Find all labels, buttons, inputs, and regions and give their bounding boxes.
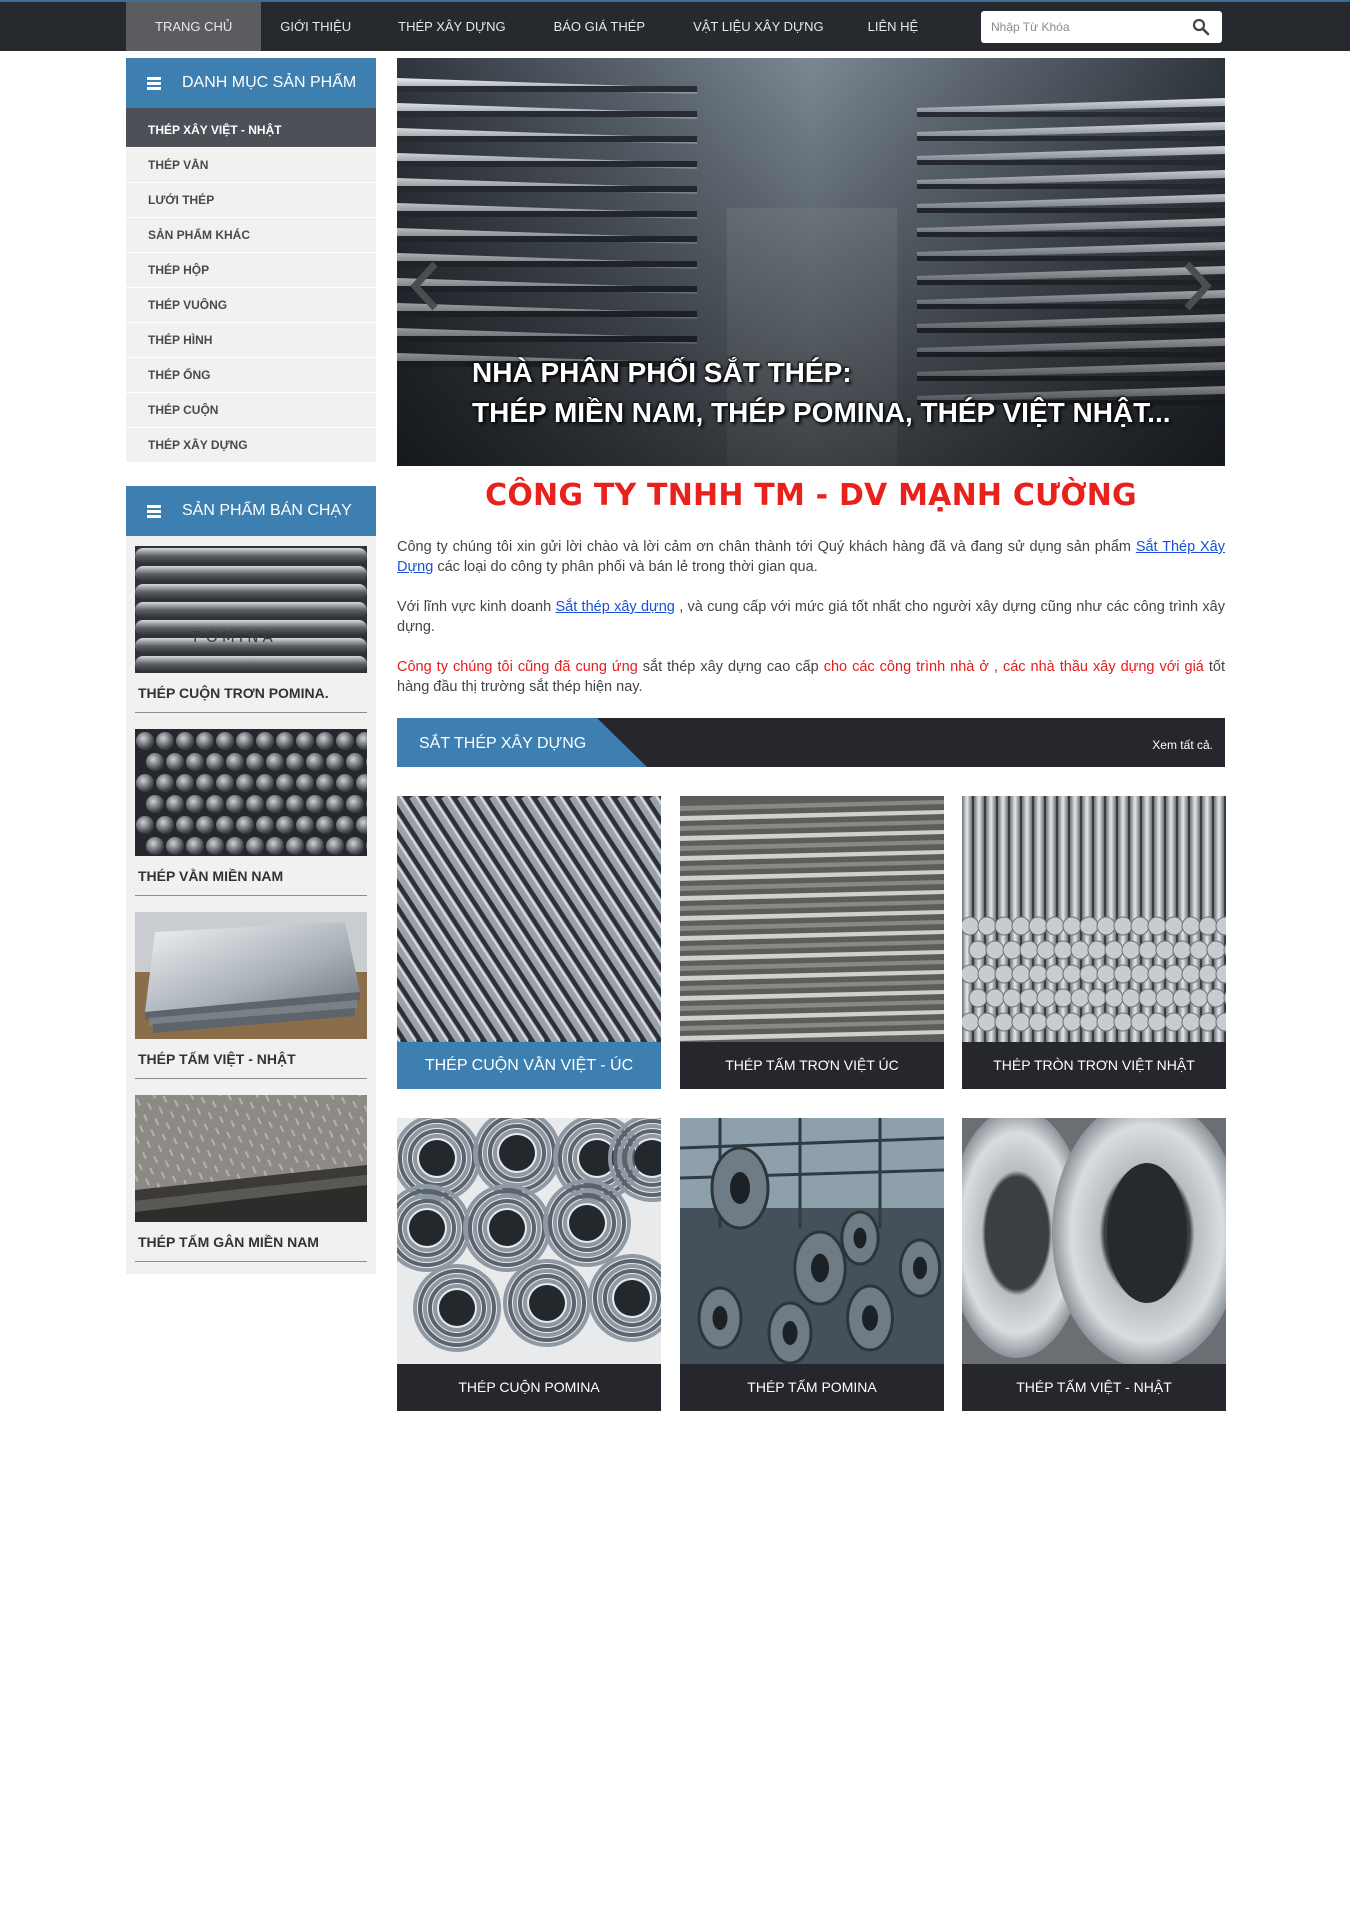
nav-item-home[interactable]: TRANG CHỦ <box>126 2 262 51</box>
categories-title: DANH MỤC SẢN PHẨM <box>182 74 357 91</box>
intro-paragraph: Công ty chúng tôi cũng đã cung ứng sắt t… <box>397 659 1226 695</box>
product-label[interactable]: THÉP TRÒN TRƠN VIỆT NHẬT <box>962 1042 1226 1089</box>
large-coils-image <box>962 1118 1226 1364</box>
bestseller-name[interactable]: THÉP TẤM GÂN MIỀN NAM <box>135 1222 367 1262</box>
category-item[interactable]: THÉP XÂY VIỆT - NHẬT <box>126 108 376 148</box>
category-item[interactable]: LƯỚI THÉP <box>126 183 376 218</box>
intro-paragraph: Với lĩnh vực kinh doanh Sắt thép xây dựn… <box>397 599 1225 635</box>
category-item[interactable]: SẢN PHẨM KHÁC <box>126 218 376 253</box>
category-item[interactable]: THÉP HỘP <box>126 253 376 288</box>
bestsellers-title: SẢN PHẨM BÁN CHẠY <box>182 502 352 519</box>
checker-plate-image[interactable] <box>135 1095 367 1222</box>
bestseller-item[interactable]: THÉP TẤM VIỆT - NHẬT <box>135 912 367 1079</box>
category-item[interactable]: THÉP HÌNH <box>126 323 376 358</box>
nav-item-building-materials[interactable]: VẬT LIỆU XÂY DỰNG <box>669 2 848 51</box>
slide-caption-line2: THÉP MIỀN NAM, THÉP POMINA, THÉP VIỆT NH… <box>472 397 1171 428</box>
nav-item-about[interactable]: GIỚI THIỆU <box>261 2 374 51</box>
section-header: SẮT THÉP XÂY DỰNG Xem tất cả. <box>397 718 1225 767</box>
menu-icon <box>147 505 161 518</box>
chevron-left-icon[interactable] <box>405 256 445 316</box>
slide-caption: NHÀ PHÂN PHỐI SẮT THÉP: THÉP MIỀN NAM, T… <box>472 353 1171 433</box>
category-list: THÉP XÂY VIỆT - NHẬT THÉP VẰN LƯỚI THÉP … <box>126 108 376 463</box>
intro-paragraph: Công ty chúng tôi xin gửi lời chào và lờ… <box>397 539 1225 575</box>
bestseller-item[interactable]: THÉP TẤM GÂN MIỀN NAM <box>135 1095 367 1262</box>
bestseller-item[interactable]: POMINA THÉP CUỘN TRƠN POMINA. <box>135 546 367 713</box>
category-item[interactable]: THÉP XÂY DỰNG <box>126 428 376 463</box>
category-item[interactable]: THÉP ỐNG <box>126 358 376 393</box>
category-item[interactable]: THÉP VUÔNG <box>126 288 376 323</box>
product-card[interactable]: THÉP TẤM VIỆT - NHẬT <box>962 1118 1226 1411</box>
steel-coils-warehouse-image <box>680 1118 944 1364</box>
bestseller-name[interactable]: THÉP CUỘN TRƠN POMINA. <box>135 673 367 713</box>
product-label[interactable]: THÉP TẤM POMINA <box>680 1364 944 1411</box>
product-label[interactable]: THÉP CUỘN POMINA <box>397 1364 661 1411</box>
round-bars-image <box>962 796 1226 1042</box>
product-label[interactable]: THÉP TẤM TRƠN VIỆT ÚC <box>680 1042 944 1089</box>
search-icon[interactable] <box>1192 18 1210 36</box>
nav-item-price-quote[interactable]: BÁO GIÁ THÉP <box>530 2 670 51</box>
slide-caption-line1: NHÀ PHÂN PHỐI SẮT THÉP: <box>472 357 852 388</box>
section-title: SẮT THÉP XÂY DỰNG <box>419 735 587 752</box>
steel-link[interactable]: Sắt thép xây dựng <box>555 599 674 615</box>
steel-coil-image[interactable]: POMINA <box>135 546 367 673</box>
company-name: CÔNG TY TNHH TM - DV MẠNH CƯỜNG <box>485 478 1137 513</box>
product-card[interactable]: THÉP CUỘN VẰN VIỆT - ÚC <box>397 796 661 1089</box>
product-card[interactable]: THÉP CUỘN POMINA <box>397 1118 661 1411</box>
hero-slider[interactable]: NHÀ PHÂN PHỐI SẮT THÉP: THÉP MIỀN NAM, T… <box>397 58 1225 466</box>
search-input[interactable] <box>981 11 1181 43</box>
sidebar: DANH MỤC SẢN PHẨM THÉP XÂY VIỆT - NHẬT T… <box>126 58 376 1274</box>
chevron-right-icon[interactable] <box>1177 256 1217 316</box>
rebar-image <box>397 796 661 1042</box>
bestseller-item[interactable]: THÉP VẰN MIỀN NAM <box>135 729 367 896</box>
product-label[interactable]: THÉP TẤM VIỆT - NHẬT <box>962 1364 1226 1411</box>
bestsellers-block: SẢN PHẨM BÁN CHẠY POMINA THÉP CUỘN TRƠN … <box>126 486 376 1274</box>
top-navigation: TRANG CHỦ GIỚI THIỆU THÉP XÂY DỰNG BÁO G… <box>0 0 1350 51</box>
product-label[interactable]: THÉP CUỘN VẰN VIỆT - ÚC <box>397 1042 661 1089</box>
rebar-bundle-image[interactable] <box>135 729 367 856</box>
nav-item-construction-steel[interactable]: THÉP XÂY DỰNG <box>374 2 529 51</box>
bestseller-name[interactable]: THÉP VẰN MIỀN NAM <box>135 856 367 896</box>
see-all-link[interactable]: Xem tất cả. <box>1152 718 1213 772</box>
category-item[interactable]: THÉP CUỘN <box>126 393 376 428</box>
bestseller-name[interactable]: THÉP TẤM VIỆT - NHẬT <box>135 1039 367 1079</box>
nav-item-contact[interactable]: LIÊN HỆ <box>848 2 939 51</box>
steel-sheet-image[interactable] <box>135 912 367 1039</box>
plate-stack-image <box>680 796 944 1042</box>
product-card[interactable]: THÉP TẤM TRƠN VIỆT ÚC <box>680 796 944 1089</box>
intro-text: Công ty chúng tôi xin gửi lời chào và lờ… <box>397 537 1225 717</box>
pomina-stamp-text: POMINA <box>193 628 277 646</box>
product-card[interactable]: THÉP TRÒN TRƠN VIỆT NHẬT <box>962 796 1226 1089</box>
categories-header: DANH MỤC SẢN PHẨM <box>126 58 376 108</box>
bestsellers-header: SẢN PHẨM BÁN CHẠY <box>126 486 376 536</box>
menu-icon <box>147 77 161 90</box>
product-card[interactable]: THÉP TẤM POMINA <box>680 1118 944 1411</box>
bestseller-list: POMINA THÉP CUỘN TRƠN POMINA. THÉP VẰN M… <box>126 536 376 1274</box>
nav-menu: TRANG CHỦ GIỚI THIỆU THÉP XÂY DỰNG BÁO G… <box>126 2 938 51</box>
search-box <box>981 11 1222 43</box>
wire-coils-image <box>397 1118 661 1364</box>
category-item[interactable]: THÉP VẰN <box>126 148 376 183</box>
